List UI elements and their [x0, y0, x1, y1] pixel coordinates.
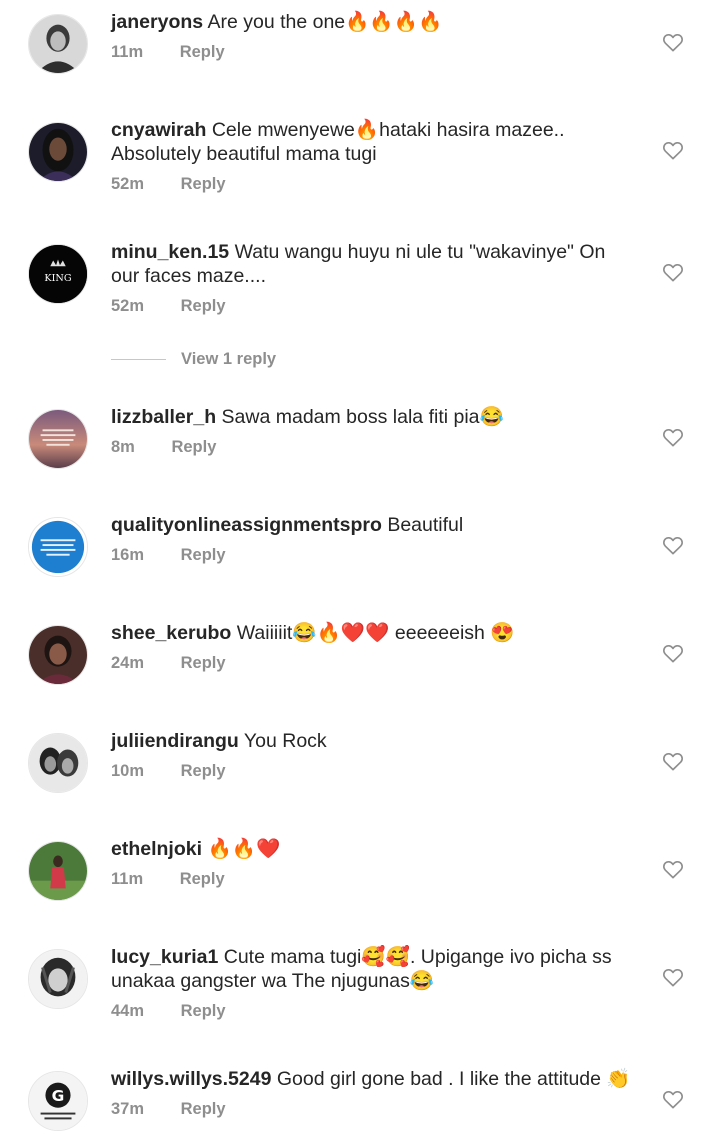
avatar-photo: [29, 410, 87, 468]
heart-icon[interactable]: [662, 262, 684, 282]
avatar[interactable]: [28, 409, 88, 469]
comment-body: Beautiful: [387, 514, 464, 536]
comment-text: lizzballer_h Sawa madam boss lala fiti p…: [111, 405, 631, 429]
avatar[interactable]: [28, 14, 88, 74]
comment-timestamp: 52m: [111, 175, 145, 193]
heart-icon[interactable]: [662, 427, 684, 447]
reply-button[interactable]: Reply: [181, 653, 226, 673]
comment-username[interactable]: janeryons: [111, 11, 203, 33]
comment-text: shee_kerubo Waiiiiit😂🔥❤️❤️ eeeeeeish 😍: [111, 621, 631, 645]
heart-icon[interactable]: [662, 535, 684, 555]
comment-body: Waiiiiit😂🔥❤️❤️ eeeeeeish 😍: [236, 622, 515, 644]
avatar-photo: [29, 626, 87, 684]
comment-meta: 24m Reply: [111, 653, 631, 673]
comment-text: minu_ken.15 Watu wangu huyu ni ule tu "w…: [111, 240, 631, 288]
view-replies-label[interactable]: View 1 reply: [181, 350, 276, 369]
comment-meta: 8m Reply: [111, 437, 631, 457]
heart-icon[interactable]: [662, 751, 684, 771]
comment-meta: 52m Reply: [111, 296, 631, 316]
avatar[interactable]: KING: [28, 244, 88, 304]
comment-body: You Rock: [243, 730, 327, 752]
comment-text: lucy_kuria1 Cute mama tugi🥰🥰. Upigange i…: [111, 945, 631, 993]
comment-username[interactable]: minu_ken.15: [111, 241, 229, 263]
avatar-photo: KING: [29, 245, 87, 303]
heart-icon[interactable]: [662, 32, 684, 52]
comment-text: ethelnjoki 🔥🔥❤️: [111, 837, 631, 861]
comment-meta: 11m Reply: [111, 869, 631, 889]
heart-icon[interactable]: [662, 859, 684, 879]
avatar-photo: [29, 950, 87, 1008]
avatar[interactable]: G: [28, 1071, 88, 1131]
heart-icon[interactable]: [662, 140, 684, 160]
avatar-photo: [29, 734, 87, 792]
comment-timestamp: 24m: [111, 654, 145, 672]
heart-icon[interactable]: [662, 967, 684, 987]
avatar[interactable]: [28, 841, 88, 901]
avatar[interactable]: [28, 733, 88, 793]
reply-button[interactable]: Reply: [181, 761, 226, 781]
avatar-photo: [29, 518, 87, 576]
comment-body: Sawa madam boss lala fiti pia😂: [221, 406, 504, 428]
comment-username[interactable]: cnyawirah: [111, 119, 206, 141]
avatar[interactable]: [28, 122, 88, 182]
king-logo-text: KING: [44, 273, 71, 284]
avatar-photo: [29, 15, 87, 73]
comment-timestamp: 52m: [111, 297, 145, 315]
comment-timestamp: 11m: [111, 43, 144, 61]
comment-username[interactable]: qualityonlineassignmentspro: [111, 514, 382, 536]
comment-timestamp: 10m: [111, 762, 145, 780]
comment-meta: 16m Reply: [111, 545, 631, 565]
heart-icon[interactable]: [662, 643, 684, 663]
view-replies-divider: [111, 359, 166, 360]
comment-timestamp: 44m: [111, 1002, 145, 1020]
comment-username[interactable]: lucy_kuria1: [111, 946, 218, 968]
comment-text: cnyawirah Cele mwenyewe🔥hataki hasira ma…: [111, 118, 631, 166]
comment-body: Good girl gone bad . I like the attitude…: [276, 1068, 631, 1090]
comment-text: juliiendirangu You Rock: [111, 729, 631, 753]
comment-body: 🔥🔥❤️: [207, 838, 281, 860]
comment-timestamp: 37m: [111, 1100, 145, 1118]
comment-username[interactable]: shee_kerubo: [111, 622, 231, 644]
reply-button[interactable]: Reply: [181, 545, 226, 565]
comment-meta: 10m Reply: [111, 761, 631, 781]
svg-text:G: G: [52, 1087, 65, 1105]
comment-timestamp: 16m: [111, 546, 145, 564]
comment-username[interactable]: ethelnjoki: [111, 838, 202, 860]
heart-icon[interactable]: [662, 1089, 684, 1109]
comment-body: Are you the one🔥🔥🔥🔥: [207, 11, 443, 33]
avatar-photo: G: [29, 1072, 87, 1130]
comment-username[interactable]: lizzballer_h: [111, 406, 216, 428]
comment-meta: 44m Reply: [111, 1001, 631, 1021]
comment-text: janeryons Are you the one🔥🔥🔥🔥: [111, 10, 631, 34]
avatar-photo: [29, 842, 87, 900]
reply-button[interactable]: Reply: [181, 1001, 226, 1021]
comment-timestamp: 8m: [111, 438, 135, 456]
avatar[interactable]: [28, 517, 88, 577]
comment-text: qualityonlineassignmentspro Beautiful: [111, 513, 631, 537]
comment-text: willys.willys.5249 Good girl gone bad . …: [111, 1067, 631, 1091]
reply-button[interactable]: Reply: [181, 1099, 226, 1119]
comment-meta: 37m Reply: [111, 1099, 631, 1119]
reply-button[interactable]: Reply: [180, 42, 225, 62]
reply-button[interactable]: Reply: [181, 174, 226, 194]
reply-button[interactable]: Reply: [171, 437, 216, 457]
comment-timestamp: 11m: [111, 870, 144, 888]
avatar[interactable]: [28, 949, 88, 1009]
reply-button[interactable]: Reply: [180, 869, 225, 889]
avatar[interactable]: [28, 625, 88, 685]
comment-meta: 52m Reply: [111, 174, 631, 194]
avatar-photo: [29, 123, 87, 181]
comment-meta: 11m Reply: [111, 42, 631, 62]
comment-username[interactable]: willys.willys.5249: [111, 1068, 271, 1090]
comment-username[interactable]: juliiendirangu: [111, 730, 239, 752]
reply-button[interactable]: Reply: [181, 296, 226, 316]
